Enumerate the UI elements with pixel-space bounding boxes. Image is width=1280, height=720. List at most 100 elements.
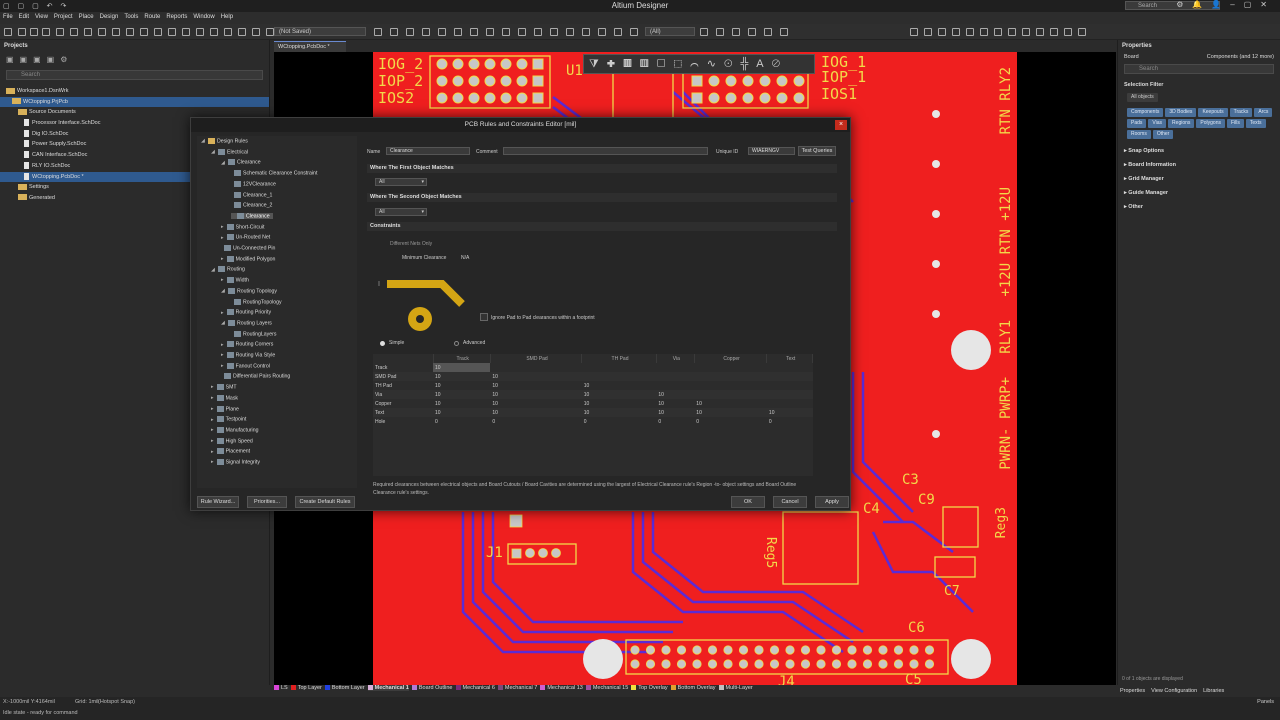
toolbar-tool-icon[interactable] bbox=[154, 28, 162, 36]
active-bar-toolbar[interactable]: ⧩✚▦▥▢⬚⌒∿⊙╬A⊘ bbox=[583, 54, 815, 74]
properties-bottom-tab[interactable]: View Configuration bbox=[1151, 688, 1197, 694]
rule-tree-item[interactable]: ◢ Routing Layers bbox=[221, 319, 272, 326]
matrix-cell[interactable] bbox=[656, 363, 694, 372]
toolbar-tool-icon[interactable] bbox=[56, 28, 64, 36]
menu-reports[interactable]: Reports bbox=[163, 12, 190, 22]
toolbar-tool-icon[interactable] bbox=[938, 28, 946, 36]
matrix-cell[interactable] bbox=[767, 363, 813, 372]
menu-window[interactable]: Window bbox=[190, 12, 217, 22]
matrix-cell[interactable]: 10 bbox=[766, 408, 813, 417]
matrix-cell[interactable]: 0 bbox=[656, 417, 694, 426]
layer-tab[interactable]: Bottom Overlay bbox=[670, 685, 716, 691]
properties-bottom-tab[interactable]: Properties bbox=[1120, 688, 1145, 694]
matrix-cell[interactable]: 10 bbox=[433, 408, 491, 417]
expand-arrow-icon[interactable]: ▸ bbox=[211, 384, 214, 390]
rule-tree-item[interactable]: RoutingLayers bbox=[231, 330, 276, 337]
min-clearance-value[interactable]: N/A bbox=[461, 255, 469, 261]
rule-tree-item[interactable]: ▸ Routing Corners bbox=[221, 341, 273, 348]
rule-tree-item[interactable]: ▸ Routing Priority bbox=[221, 309, 271, 316]
matrix-cell[interactable]: 0 bbox=[433, 417, 490, 426]
toolbar-tool-icon[interactable] bbox=[952, 28, 960, 36]
matrix-cell[interactable] bbox=[766, 390, 813, 399]
ok-button[interactable]: OK bbox=[731, 496, 765, 508]
document-tab[interactable]: WCtopping.PcbDoc * bbox=[274, 41, 346, 52]
matrix-cell[interactable] bbox=[694, 381, 767, 390]
expand-arrow-icon[interactable]: ▸ bbox=[221, 352, 224, 358]
toolbar-tool-icon[interactable] bbox=[598, 28, 606, 36]
matrix-cell[interactable]: 10 bbox=[656, 390, 695, 399]
rule-tree-item[interactable]: ▸ Plane bbox=[211, 405, 239, 412]
expand-arrow-icon[interactable]: ◢ bbox=[211, 149, 215, 155]
layer-tab[interactable]: Mechanical 15 bbox=[585, 685, 628, 691]
layer-tab[interactable]: Mechanical 13 bbox=[540, 685, 583, 691]
expand-arrow-icon[interactable]: ▸ bbox=[211, 395, 214, 401]
rule-tree-item[interactable]: ◢ Clearance bbox=[221, 159, 261, 166]
rule-tree-item[interactable]: ▸ High Speed bbox=[211, 437, 253, 444]
selection-filter-chip[interactable]: 3D Bodies bbox=[1165, 108, 1197, 117]
toolbar-tool-icon[interactable] bbox=[112, 28, 120, 36]
rule-tree-item[interactable]: RoutingTopology bbox=[231, 298, 282, 305]
projects-search-input[interactable]: Search bbox=[6, 70, 263, 80]
create-default-rules-button[interactable]: Create Default Rules bbox=[295, 496, 355, 508]
toolbar-tool-icon[interactable] bbox=[84, 28, 92, 36]
toolbar-tool-icon[interactable] bbox=[486, 28, 494, 36]
selection-filter-chip[interactable]: Components bbox=[1127, 108, 1164, 117]
rule-tree-item[interactable]: ▸ Signal Integrity bbox=[211, 459, 260, 465]
menu-help[interactable]: Help bbox=[218, 12, 236, 22]
toolbar-tool-icon[interactable] bbox=[630, 28, 638, 36]
menu-view[interactable]: View bbox=[32, 12, 51, 22]
toolbar-tool-icon[interactable] bbox=[30, 28, 38, 36]
clearance-matrix[interactable]: Track SMD Pad TH Pad Via Copper Text Track 10 SM… bbox=[373, 354, 813, 476]
toolbar-tool-icon[interactable] bbox=[238, 28, 246, 36]
toolbar-tool-icon[interactable] bbox=[168, 28, 176, 36]
layer-tab[interactable]: Multi-Layer bbox=[718, 685, 753, 691]
matrix-cell[interactable]: 10 bbox=[433, 390, 491, 399]
expand-arrow-icon[interactable]: ▸ bbox=[221, 256, 224, 262]
saved-state-dropdown[interactable]: (Not Saved) bbox=[274, 27, 366, 36]
projects-toolbar[interactable]: ▣▣▣▣⚙ bbox=[0, 52, 269, 68]
rule-tree-item[interactable]: ◢ Design Rules bbox=[201, 138, 248, 144]
toolbar-tool-icon[interactable] bbox=[1008, 28, 1016, 36]
ignore-pad-checkbox[interactable] bbox=[480, 313, 488, 321]
toolbar-tool-icon[interactable] bbox=[924, 28, 932, 36]
toolbar-tool-icon[interactable] bbox=[1078, 28, 1086, 36]
priorities-button[interactable]: Priorities... bbox=[247, 496, 287, 508]
matrix-cell[interactable]: 10 bbox=[582, 381, 657, 390]
rule-tree-item[interactable]: Schematic Clearance Constraint bbox=[231, 170, 317, 176]
matrix-cell[interactable]: 10 bbox=[490, 399, 581, 408]
toolbar-tool-icon[interactable] bbox=[406, 28, 414, 36]
cancel-button[interactable]: Cancel bbox=[773, 496, 807, 508]
selection-filter-chip[interactable]: Fills bbox=[1226, 119, 1244, 128]
matrix-cell[interactable]: 10 bbox=[581, 408, 657, 417]
matrix-cell[interactable]: 10 bbox=[694, 408, 767, 417]
comment-input[interactable] bbox=[503, 147, 708, 155]
menu-tools[interactable]: Tools bbox=[121, 12, 141, 22]
expand-arrow-icon[interactable]: ▸ bbox=[211, 459, 214, 465]
rule-tree-item[interactable]: ▸ Manufacturing bbox=[211, 426, 258, 433]
first-match-dropdown[interactable]: All ▾ bbox=[375, 178, 427, 186]
toolbar-tool-icon[interactable] bbox=[716, 28, 724, 36]
toolbar-tool-icon[interactable] bbox=[518, 28, 526, 36]
panels-button[interactable]: Panels bbox=[1257, 699, 1274, 705]
matrix-cell[interactable]: 0 bbox=[767, 417, 813, 426]
selection-filter-header[interactable]: Selection Filter bbox=[1124, 82, 1274, 88]
selection-filter-chip[interactable]: Regions bbox=[1168, 119, 1195, 128]
toolbar-tool-icon[interactable] bbox=[126, 28, 134, 36]
selection-filter-chip[interactable]: Tracks bbox=[1229, 108, 1253, 117]
layer-tab[interactable]: Bottom Layer bbox=[324, 685, 365, 691]
toolbar-tool-icon[interactable] bbox=[252, 28, 260, 36]
expand-arrow-icon[interactable]: ◢ bbox=[201, 138, 205, 144]
project-tree-item[interactable]: Workspace1.DsnWrk bbox=[0, 86, 269, 97]
expand-arrow-icon[interactable]: ▸ bbox=[221, 235, 224, 241]
toolbar-tool-icon[interactable] bbox=[910, 28, 918, 36]
expand-arrow-icon[interactable]: ▸ bbox=[211, 406, 214, 412]
rule-tree-item[interactable]: Clearance_1 bbox=[231, 191, 272, 198]
toolbar-tool-icon[interactable] bbox=[454, 28, 462, 36]
rule-tree-item[interactable]: ▸ Routing Via Style bbox=[221, 352, 275, 358]
toolbar-tool-icon[interactable] bbox=[18, 28, 26, 36]
layer-tab[interactable]: LS bbox=[274, 685, 288, 691]
properties-section-header[interactable]: ▸ Other bbox=[1124, 204, 1274, 210]
toolbar-tool-icon[interactable] bbox=[98, 28, 106, 36]
rule-tree-item[interactable]: ▸ Short-Circuit bbox=[221, 223, 264, 230]
rule-tree-item[interactable]: ▸ Fanout Control bbox=[221, 362, 270, 369]
